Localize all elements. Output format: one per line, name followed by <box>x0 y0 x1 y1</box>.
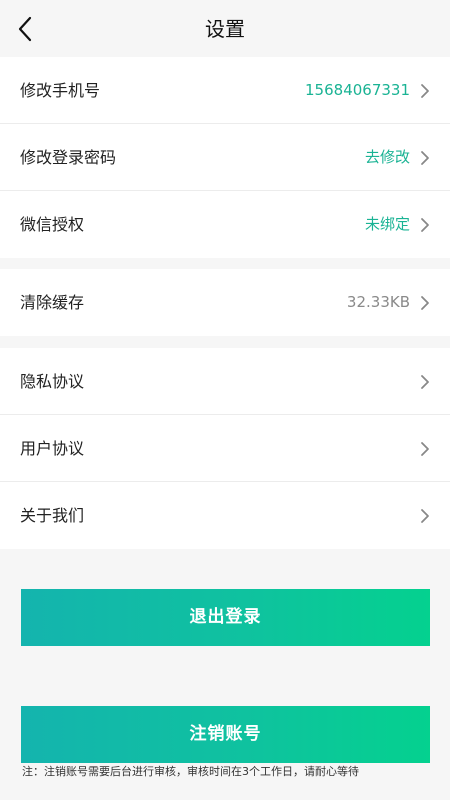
change-password-row[interactable]: 修改登录密码 去修改 <box>0 124 450 191</box>
phone-number-value: 15684067331 <box>305 81 410 99</box>
password-action-value: 去修改 <box>364 148 410 166</box>
row-label: 微信授权 <box>20 215 85 234</box>
delete-account-button[interactable]: 注销账号 <box>21 706 430 763</box>
row-label: 修改登录密码 <box>20 148 117 167</box>
chevron-right-icon <box>421 218 429 232</box>
clear-cache-row[interactable]: 清除缓存 32.33KB <box>0 269 450 336</box>
wechat-status-value: 未绑定 <box>364 215 410 233</box>
chevron-right-icon <box>421 375 429 389</box>
top-bar: 设置 <box>0 0 450 57</box>
chevron-right-icon <box>421 296 429 310</box>
logout-button[interactable]: 退出登录 <box>21 589 430 646</box>
row-label: 关于我们 <box>20 506 85 525</box>
chevron-right-icon <box>421 84 429 98</box>
change-phone-row[interactable]: 修改手机号 15684067331 <box>0 57 450 124</box>
privacy-policy-row[interactable]: 隐私协议 <box>0 348 450 415</box>
chevron-right-icon <box>421 509 429 523</box>
page-title: 设置 <box>205 17 245 41</box>
user-agreement-row[interactable]: 用户协议 <box>0 415 450 482</box>
about-us-row[interactable]: 关于我们 <box>0 482 450 549</box>
chevron-right-icon <box>421 442 429 456</box>
row-label: 用户协议 <box>20 439 85 458</box>
cache-size-value: 32.33KB <box>346 293 410 311</box>
cache-group: 清除缓存 32.33KB <box>0 269 450 336</box>
row-label: 清除缓存 <box>20 293 85 312</box>
row-label: 修改手机号 <box>20 81 101 100</box>
chevron-right-icon <box>421 151 429 165</box>
delete-account-note: 注：注销账号需要后台进行审核，审核时间在3个工作日，请耐心等待 <box>22 765 359 778</box>
wechat-auth-row[interactable]: 微信授权 未绑定 <box>0 191 450 258</box>
row-label: 隐私协议 <box>20 372 85 391</box>
info-group: 隐私协议 用户协议 关于我们 <box>0 348 450 549</box>
account-settings-group: 修改手机号 15684067331 修改登录密码 去修改 微信授权 未绑定 <box>0 57 450 258</box>
